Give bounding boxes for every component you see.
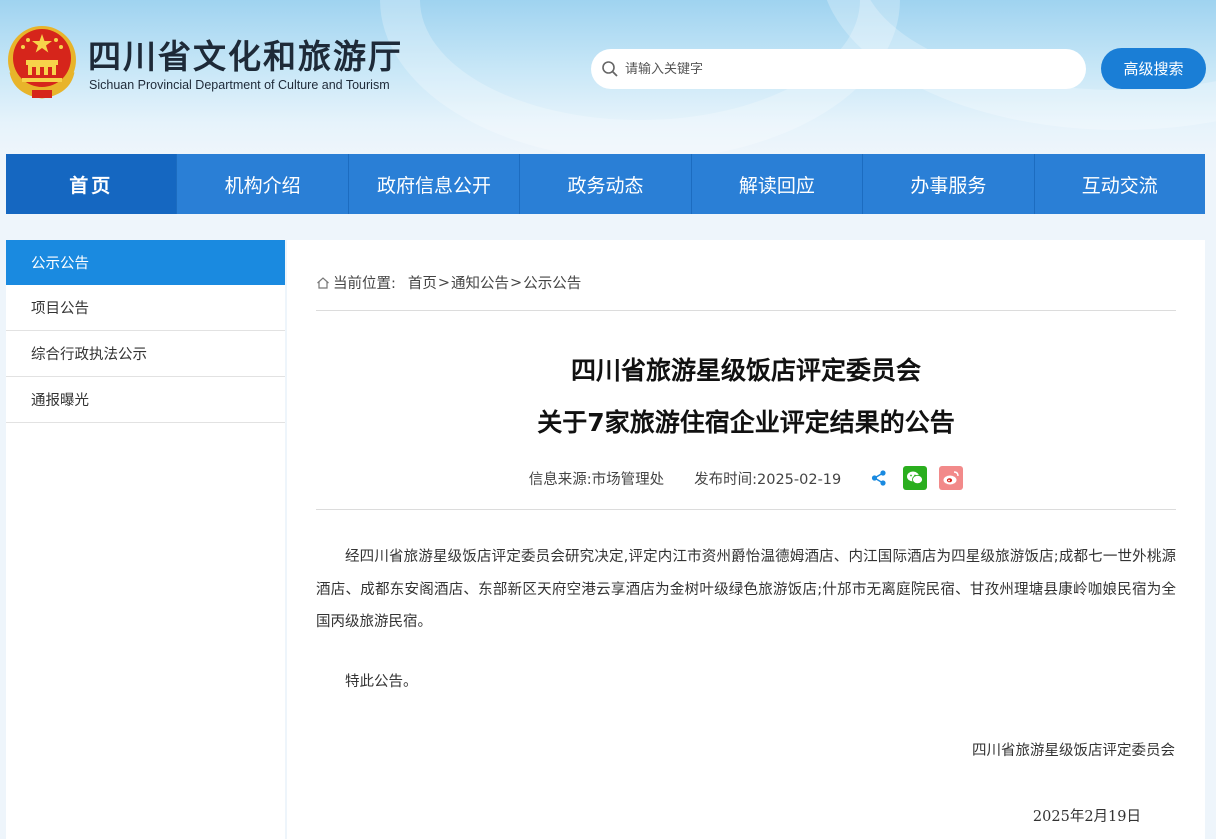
sidebar-item-announcements[interactable]: 公示公告 (6, 240, 285, 285)
nav-item-services[interactable]: 办事服务 (863, 154, 1035, 214)
wechat-icon[interactable] (903, 466, 928, 490)
nav-item-home[interactable]: 首页 (6, 154, 178, 214)
breadcrumb-separator: > (510, 274, 523, 291)
home-icon (317, 276, 329, 289)
nav-item-news[interactable]: 政务动态 (520, 154, 692, 214)
article-date: 2025年2月19日 (1032, 809, 1141, 825)
national-emblem-icon (8, 26, 76, 99)
sidebar-item-enforcement[interactable]: 综合行政执法公示 (6, 331, 285, 377)
nav-item-interpretation[interactable]: 解读回应 (692, 154, 864, 214)
share-bar (855, 466, 964, 490)
nav-item-interaction[interactable]: 互动交流 (1035, 154, 1205, 214)
article-signer: 四川省旅游星级饭店评定委员会 (972, 743, 1175, 759)
article-title-line2: 关于7家旅游住宿企业评定结果的公告 (537, 408, 955, 437)
article-body: 经四川省旅游星级饭店评定委员会研究决定,评定内江市资州爵怡温德姆酒店、内江国际酒… (316, 549, 1176, 630)
article-publish-time: 发布时间:2025-02-19 (694, 471, 842, 488)
nav-item-gov-info[interactable]: 政府信息公开 (349, 154, 521, 214)
main-content: 当前位置: 首页 > 通知公告 > 公示公告 四川省旅游星级饭店评定委员会 关于… (287, 240, 1205, 839)
site-header: 四川省文化和旅游厅 Sichuan Provincial Department … (0, 0, 1216, 154)
breadcrumb-current[interactable]: 公示公告 (523, 272, 581, 293)
share-icon[interactable] (867, 466, 891, 490)
search-icon[interactable] (601, 60, 619, 78)
breadcrumb-label: 当前位置: (333, 276, 396, 292)
breadcrumb-separator: > (437, 274, 451, 291)
article-source: 信息来源:市场管理处 (528, 471, 665, 488)
article-meta: 信息来源:市场管理处 发布时间:2025-02-19 (316, 466, 1176, 490)
nav-item-about[interactable]: 机构介绍 (177, 154, 349, 214)
sidebar-item-project-announcements[interactable]: 项目公告 (6, 285, 285, 331)
search-box (591, 49, 1086, 89)
weibo-icon[interactable] (939, 466, 964, 490)
breadcrumb-notices-link[interactable]: 通知公告 (451, 272, 509, 293)
search-input[interactable] (625, 61, 1065, 77)
advanced-search-button[interactable]: 高级搜索 (1101, 48, 1206, 89)
sidebar-item-exposure[interactable]: 通报曝光 (6, 377, 285, 423)
site-subtitle: Sichuan Provincial Department of Culture… (89, 78, 390, 92)
sidebar: 公示公告 项目公告 综合行政执法公示 通报曝光 (6, 240, 285, 839)
main-nav: 首页 机构介绍 政府信息公开 政务动态 解读回应 办事服务 互动交流 (6, 154, 1205, 214)
divider (316, 310, 1176, 311)
article-closing: 特此公告。 (345, 674, 418, 690)
breadcrumb: 当前位置: 首页 > 通知公告 > 公示公告 (316, 272, 581, 293)
site-title: 四川省文化和旅游厅 (88, 37, 403, 76)
breadcrumb-home-link[interactable]: 首页 (408, 272, 437, 293)
divider (316, 509, 1176, 510)
article-title-line1: 四川省旅游星级饭店评定委员会 (570, 356, 921, 385)
